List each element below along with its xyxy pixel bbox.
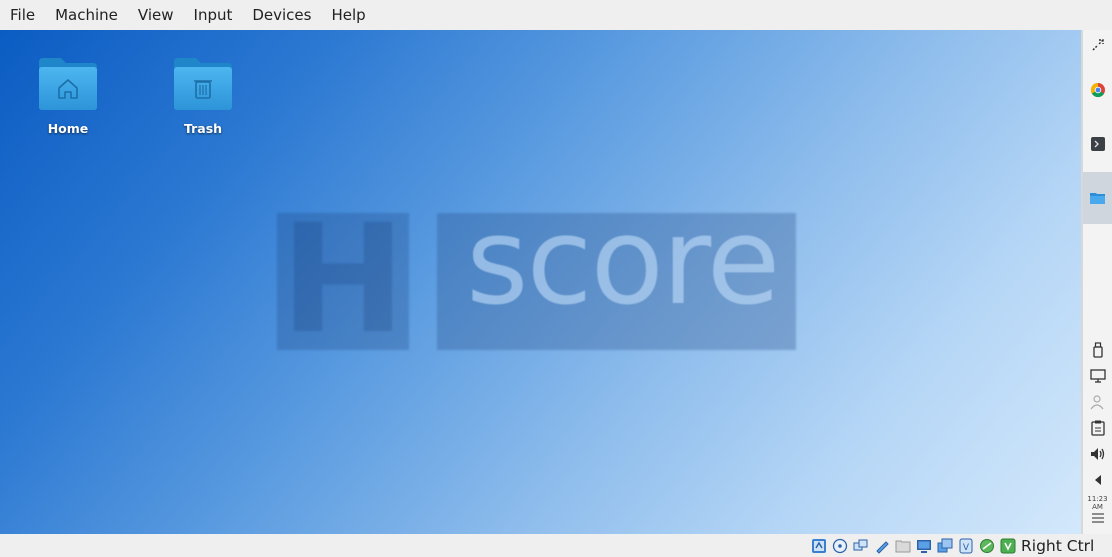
menu-bar: File Machine View Input Devices Help xyxy=(0,0,1112,30)
desktop-icon-label: Trash xyxy=(183,121,223,136)
menu-input[interactable]: Input xyxy=(184,0,243,30)
arrow-expand-icon[interactable] xyxy=(1083,32,1112,58)
status-bar: V Right Ctrl xyxy=(0,534,1112,557)
menu-machine[interactable]: Machine xyxy=(45,0,128,30)
menu-devices[interactable]: Devices xyxy=(242,0,321,30)
mouse-integration-icon[interactable] xyxy=(1000,538,1016,554)
chrome-icon[interactable] xyxy=(1083,77,1112,103)
video-capture-icon[interactable] xyxy=(937,538,953,554)
display-icon[interactable] xyxy=(1083,363,1112,389)
hard-disk-icon[interactable] xyxy=(811,538,827,554)
status-icons: V xyxy=(811,538,1016,554)
guest-side-panel: 11:23 AM xyxy=(1081,30,1112,534)
host-key-label: Right Ctrl xyxy=(1021,537,1095,555)
usb-status-icon[interactable] xyxy=(874,538,890,554)
cpu-icon[interactable] xyxy=(979,538,995,554)
usb-icon[interactable] xyxy=(1083,337,1112,363)
user-icon[interactable] xyxy=(1083,389,1112,415)
shared-folders-icon[interactable] xyxy=(895,538,911,554)
display-status-icon[interactable] xyxy=(916,538,932,554)
trash-folder-icon xyxy=(174,58,232,110)
network-icon[interactable] xyxy=(853,538,869,554)
guest-desktop[interactable]: H score Home Trash xyxy=(0,30,1081,534)
volume-icon[interactable] xyxy=(1083,441,1112,467)
menu-view[interactable]: View xyxy=(128,0,184,30)
menu-file[interactable]: File xyxy=(0,0,45,30)
desktop-icon-trash[interactable]: Trash xyxy=(158,58,248,136)
menu-help[interactable]: Help xyxy=(321,0,375,30)
menu-icon[interactable] xyxy=(1083,505,1112,531)
clipboard-icon[interactable] xyxy=(1083,415,1112,441)
collapse-arrow-icon[interactable] xyxy=(1083,467,1112,493)
recording-icon[interactable]: V xyxy=(958,538,974,554)
desktop-icon-home[interactable]: Home xyxy=(23,58,113,136)
wallpaper-logo-word: score xyxy=(466,193,780,332)
home-folder-icon xyxy=(39,58,97,110)
svg-text:V: V xyxy=(963,543,970,553)
wallpaper-logo-letter: H xyxy=(280,193,406,367)
file-manager-icon[interactable] xyxy=(1083,172,1112,224)
desktop-icon-label: Home xyxy=(47,121,89,136)
wallpaper-logo-h-block: H xyxy=(277,205,409,355)
terminal-icon[interactable] xyxy=(1083,131,1112,157)
optical-drive-icon[interactable] xyxy=(832,538,848,554)
